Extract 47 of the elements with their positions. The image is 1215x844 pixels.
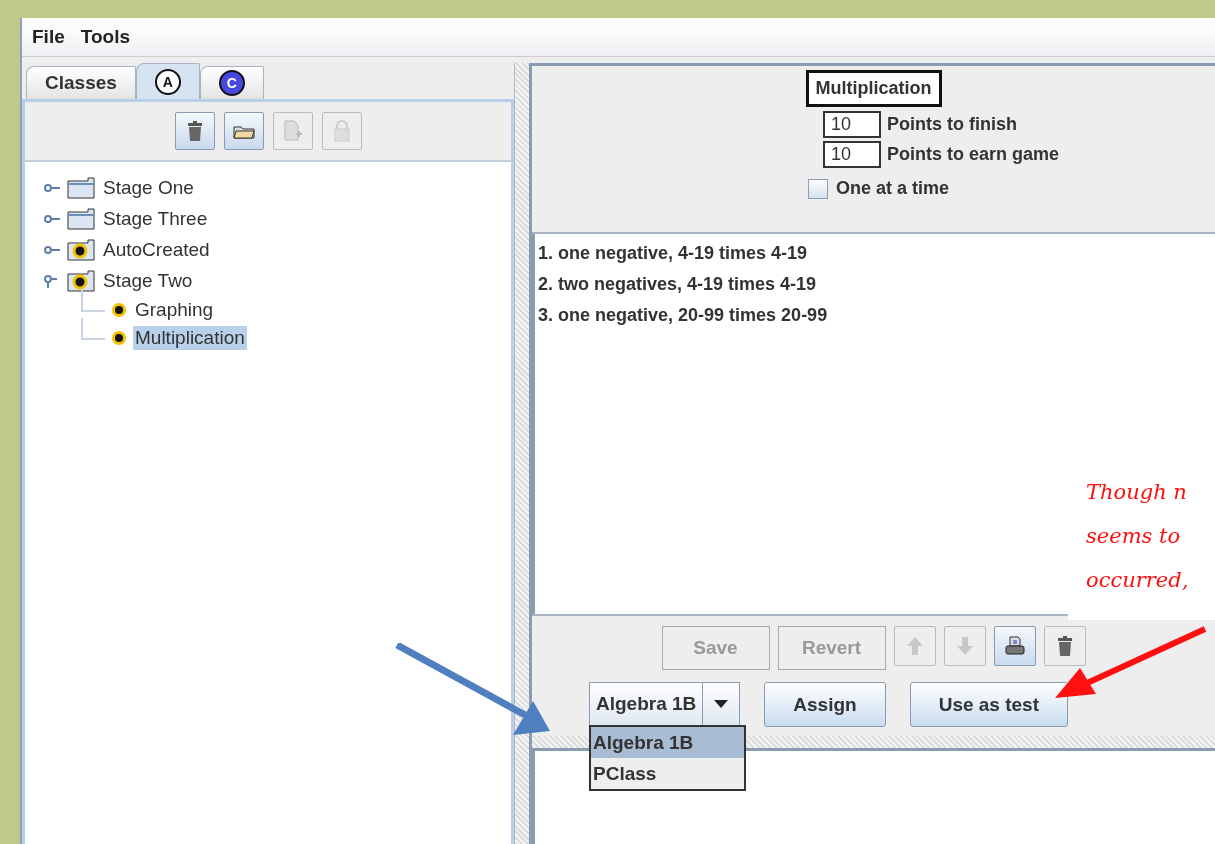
down-arrow-icon [955, 636, 974, 656]
number-field[interactable]: 10 [822, 111, 881, 138]
tree-item[interactable]: Stage Three [101, 206, 210, 231]
folder-icon [67, 207, 95, 230]
tree-item[interactable]: Stage Two [101, 268, 195, 293]
tree-line [81, 290, 105, 312]
tab[interactable]: C [199, 66, 264, 99]
number-field[interactable]: 10 [822, 141, 881, 168]
action-button[interactable]: Use as test [909, 682, 1068, 727]
printer-icon [1004, 636, 1025, 656]
checkbox-label: One at a time [835, 178, 949, 199]
toolbar-button[interactable] [993, 626, 1036, 666]
folder-icon [67, 176, 95, 199]
title-label: Multiplication [805, 70, 942, 107]
menu-item[interactable]: File [32, 26, 65, 48]
trash-icon [186, 121, 203, 141]
list-item[interactable]: 1. one negative, 4-19 times 4-19 [538, 238, 1212, 269]
tree-item[interactable]: Graphing [133, 298, 216, 322]
tab[interactable]: Classes [26, 66, 136, 99]
tree-item[interactable]: Stage One [101, 175, 196, 200]
menu-item[interactable]: Tools [80, 26, 130, 48]
list-item[interactable]: 3. one negative, 20-99 times 20-99 [538, 300, 1212, 331]
tree-item[interactable]: Multiplication [133, 326, 247, 350]
trash-icon [1056, 636, 1073, 656]
dropdown-option[interactable]: PClass [591, 758, 744, 789]
caret-icon [714, 700, 729, 708]
field-label: Points to finish [886, 114, 1017, 135]
class-icon [67, 269, 95, 292]
action-button[interactable]: Assign [764, 682, 886, 727]
dot-icon [111, 302, 127, 318]
tree-item[interactable]: AutoCreated [101, 237, 212, 262]
list-item[interactable]: 2. two negatives, 4-19 times 4-19 [538, 269, 1212, 300]
class-icon [67, 238, 95, 261]
folder-icon [232, 123, 255, 139]
splitter-handle[interactable] [514, 63, 532, 844]
document-icon [283, 120, 302, 142]
field-label: Points to earn game [886, 144, 1059, 165]
toolbar-button[interactable] [174, 112, 215, 150]
toolbar-button[interactable] [223, 112, 264, 150]
lock-icon [333, 120, 350, 142]
dot-icon [111, 330, 127, 346]
checkbox[interactable] [807, 178, 828, 199]
dropdown-option[interactable]: Algebra 1B [591, 727, 744, 758]
up-arrow-icon [905, 636, 924, 656]
class-dropdown[interactable]: Algebra 1B [589, 682, 741, 726]
tree-line [81, 318, 105, 340]
tab[interactable]: A [135, 63, 200, 99]
